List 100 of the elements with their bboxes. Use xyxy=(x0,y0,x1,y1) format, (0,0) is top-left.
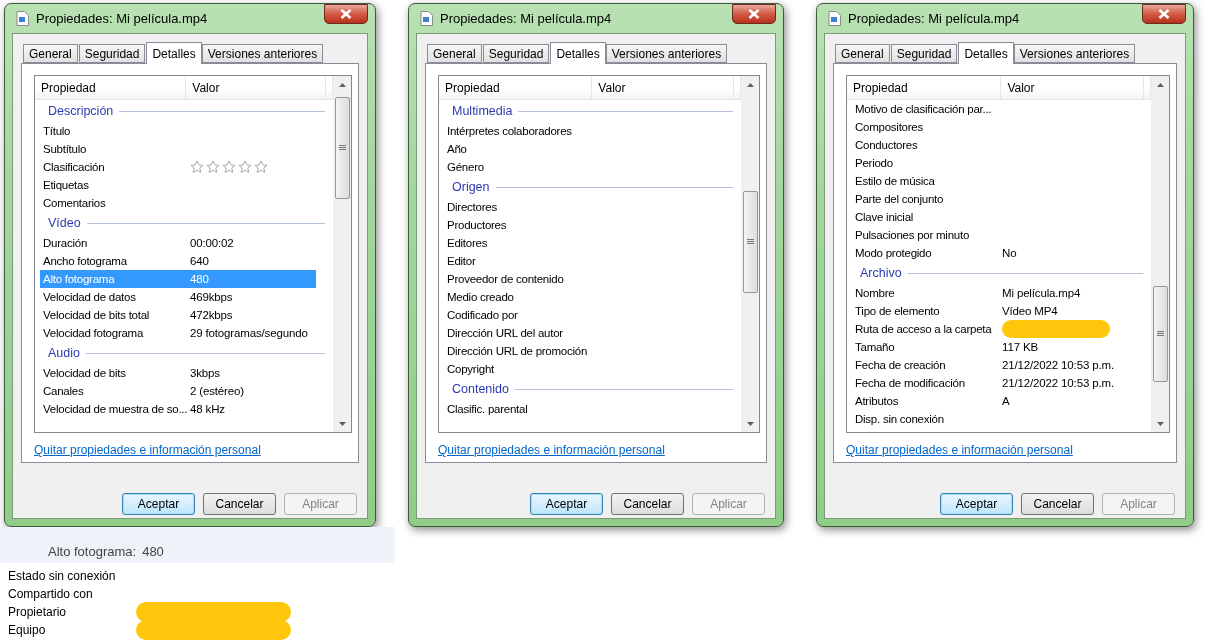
dialog-button[interactable]: Cancelar xyxy=(1021,493,1094,515)
property-row[interactable]: Clasific. parental xyxy=(444,400,720,418)
property-row[interactable]: Periodo xyxy=(852,154,1128,172)
property-row[interactable]: Directores xyxy=(444,198,720,216)
property-row[interactable]: Motivo de clasificación par... xyxy=(852,100,1128,118)
property-row[interactable]: Tipo de elemento Vídeo MP4 xyxy=(852,302,1128,320)
property-row[interactable]: Atributos A xyxy=(852,392,1128,410)
close-button[interactable] xyxy=(1142,4,1186,24)
close-button[interactable] xyxy=(324,4,368,24)
property-row[interactable]: Género xyxy=(444,158,720,176)
property-row[interactable]: Tamaño 117 KB xyxy=(852,338,1128,356)
property-row[interactable]: Disp. sin conexión xyxy=(852,410,1128,428)
property-row[interactable]: Título xyxy=(40,122,316,140)
tab[interactable]: Detalles xyxy=(550,42,606,64)
down-arrow-icon[interactable] xyxy=(339,421,346,426)
property-row[interactable]: Velocidad fotograma 29 fotogramas/segundo xyxy=(40,324,316,342)
dialog-button[interactable]: Aceptar xyxy=(530,493,603,515)
column-header[interactable]: Valor xyxy=(192,80,220,95)
column-header[interactable]: Valor xyxy=(598,80,626,95)
dialog-button[interactable]: Aceptar xyxy=(122,493,195,515)
scroll-thumb[interactable] xyxy=(335,97,350,199)
property-row[interactable]: Compositores xyxy=(852,118,1128,136)
property-name: Tipo de elemento xyxy=(854,305,941,317)
property-row[interactable]: Etiquetas xyxy=(40,176,316,194)
remove-properties-link[interactable]: Quitar propiedades e información personal xyxy=(438,443,665,457)
property-name: Intérpretes colaboradores xyxy=(446,125,573,137)
property-row[interactable]: Estilo de música xyxy=(852,172,1128,190)
property-value: 469kbps xyxy=(190,291,233,303)
tab[interactable]: General xyxy=(23,44,78,63)
property-row[interactable]: Intérpretes colaboradores xyxy=(444,122,720,140)
property-row[interactable]: Modo protegido No xyxy=(852,244,1128,262)
up-arrow-icon[interactable] xyxy=(1157,82,1164,87)
property-row[interactable]: Clave inicial xyxy=(852,208,1128,226)
tab[interactable]: General xyxy=(427,44,482,63)
down-arrow-icon[interactable] xyxy=(1157,421,1164,426)
property-row[interactable]: Canales 2 (estéreo) xyxy=(40,382,316,400)
property-name: Nombre xyxy=(854,287,896,299)
property-row[interactable]: Velocidad de datos 469kbps xyxy=(40,288,316,306)
tab[interactable]: General xyxy=(835,44,890,63)
tab[interactable]: Seguridad xyxy=(890,44,958,63)
property-row[interactable]: Medio creado xyxy=(444,288,720,306)
property-row[interactable]: Año xyxy=(444,140,720,158)
property-row[interactable]: Dirección URL de promoción xyxy=(444,342,720,360)
scrollbar[interactable] xyxy=(1151,76,1169,432)
property-row[interactable]: Ancho fotograma 640 xyxy=(40,252,316,270)
property-value: 48 kHz xyxy=(190,403,225,415)
column-header[interactable]: Propiedad xyxy=(853,80,908,95)
down-arrow-icon[interactable] xyxy=(747,421,754,426)
property-name: Clave inicial xyxy=(854,211,915,223)
property-row[interactable]: Proveedor de contenido xyxy=(444,270,720,288)
tab[interactable]: Seguridad xyxy=(482,44,550,63)
property-name: Dirección URL del autor xyxy=(446,327,564,339)
scroll-thumb[interactable] xyxy=(1153,286,1168,382)
tab[interactable]: Versiones anteriores xyxy=(605,44,728,63)
column-header[interactable]: Valor xyxy=(1007,80,1035,95)
tab[interactable]: Versiones anteriores xyxy=(201,44,324,63)
dialog-button[interactable]: Aceptar xyxy=(940,493,1013,515)
remove-properties-link[interactable]: Quitar propiedades e información personal xyxy=(846,443,1073,457)
property-row[interactable]: Ruta de acceso a la carpeta xyxy=(852,320,1128,338)
property-value: 480 xyxy=(190,273,209,285)
tab[interactable]: Detalles xyxy=(958,42,1014,64)
property-row[interactable]: Conductores xyxy=(852,136,1128,154)
scrollbar[interactable] xyxy=(333,76,351,432)
property-row[interactable]: Productores xyxy=(444,216,720,234)
up-arrow-icon[interactable] xyxy=(339,82,346,87)
property-name: Año xyxy=(446,143,468,155)
property-row[interactable]: Codificado por xyxy=(444,306,720,324)
property-row[interactable]: Parte del conjunto xyxy=(852,190,1128,208)
property-row[interactable]: Fecha de modificación 21/12/2022 10:53 p.m. xyxy=(852,374,1128,392)
property-row[interactable]: Subtítulo xyxy=(40,140,316,158)
scroll-thumb[interactable] xyxy=(743,191,758,293)
property-row[interactable]: Duración 00:00:02 xyxy=(40,234,316,252)
property-row[interactable]: Copyright xyxy=(444,360,720,378)
property-row[interactable]: Dirección URL del autor xyxy=(444,324,720,342)
remove-properties-link[interactable]: Quitar propiedades e información personal xyxy=(34,443,261,457)
column-header[interactable]: Propiedad xyxy=(445,80,500,95)
property-row[interactable]: Editor xyxy=(444,252,720,270)
up-arrow-icon[interactable] xyxy=(747,82,754,87)
property-row[interactable]: Nombre Mi película.mp4 xyxy=(852,284,1128,302)
property-row[interactable]: Editores xyxy=(444,234,720,252)
scrollbar[interactable] xyxy=(741,76,759,432)
tab[interactable]: Versiones anteriores xyxy=(1013,44,1136,63)
property-row[interactable]: Velocidad de bits 3kbps xyxy=(40,364,316,382)
property-row[interactable]: Fecha de creación 21/12/2022 10:53 p.m. xyxy=(852,356,1128,374)
property-row[interactable]: Clasificación xyxy=(40,158,316,176)
property-name: Comentarios xyxy=(42,197,107,209)
detail-value: 480 xyxy=(142,544,164,559)
group-heading: Contenido xyxy=(452,382,509,396)
column-header[interactable]: Propiedad xyxy=(41,80,96,95)
property-row[interactable]: Pulsaciones por minuto xyxy=(852,226,1128,244)
window-title: Propiedades: Mi película.mp4 xyxy=(440,11,613,26)
close-button[interactable] xyxy=(732,4,776,24)
property-value: 3kbps xyxy=(190,367,220,379)
dialog-button[interactable]: Cancelar xyxy=(611,493,684,515)
tab[interactable]: Detalles xyxy=(146,42,202,64)
property-row[interactable]: Velocidad de muestra de so... 48 kHz xyxy=(40,400,316,418)
property-row[interactable]: Comentarios xyxy=(40,194,316,212)
dialog-button[interactable]: Cancelar xyxy=(203,493,276,515)
property-row[interactable]: Velocidad de bits total 472kbps xyxy=(40,306,316,324)
tab[interactable]: Seguridad xyxy=(78,44,146,63)
